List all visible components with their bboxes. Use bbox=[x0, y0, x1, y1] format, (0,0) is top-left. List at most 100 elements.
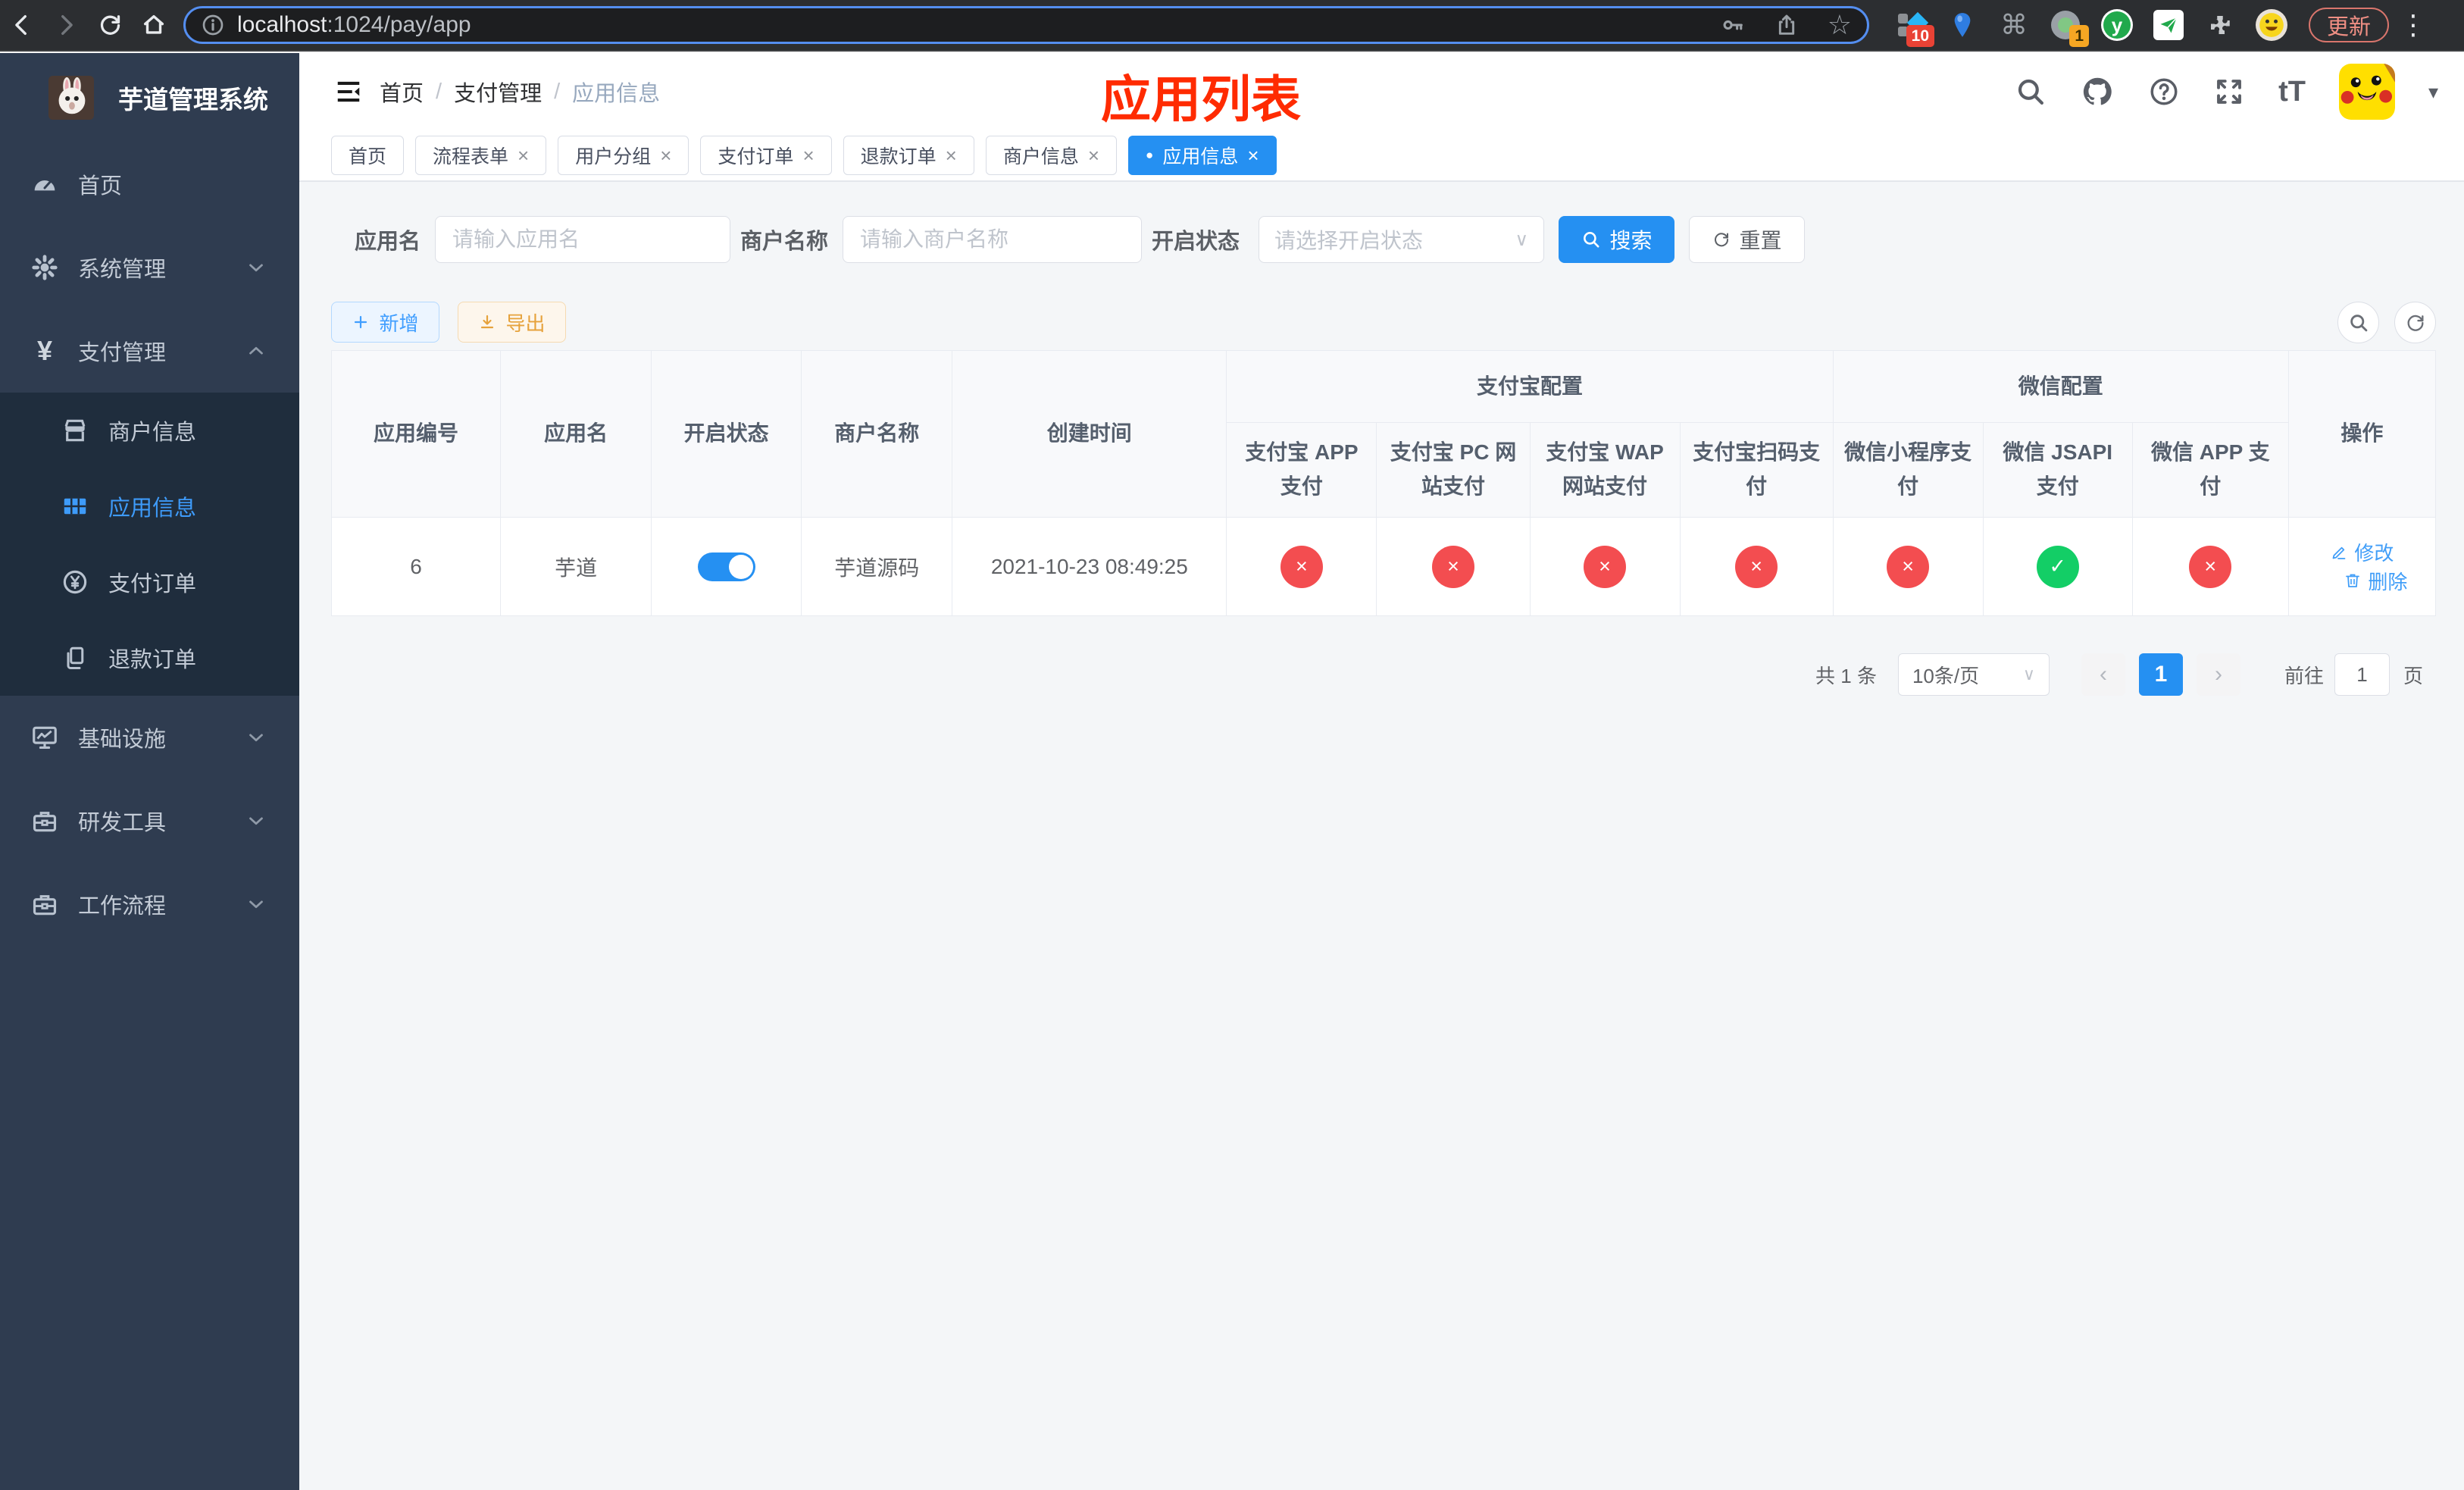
col-created: 创建时间 bbox=[952, 350, 1227, 518]
url-text: localhost:1024/pay/app bbox=[237, 12, 471, 37]
grid-icon bbox=[58, 492, 92, 521]
tab-user-group[interactable]: 用户分组 × bbox=[558, 136, 689, 175]
toolbox-icon bbox=[28, 890, 61, 919]
sidebar-item-payment[interactable]: ¥ 支付管理 bbox=[0, 309, 299, 393]
bookmark-star-icon[interactable]: ☆ bbox=[1828, 11, 1852, 39]
page-1-button[interactable]: 1 bbox=[2138, 653, 2183, 696]
extension-circle-icon[interactable]: 1 bbox=[2050, 9, 2089, 47]
tab-process-form[interactable]: 流程表单 × bbox=[415, 136, 547, 175]
close-icon[interactable]: × bbox=[1088, 144, 1099, 167]
chevron-down-icon bbox=[245, 726, 267, 749]
cell-merchant: 芋道源码 bbox=[801, 517, 953, 616]
col-alipay-qr: 支付宝扫码支付 bbox=[1679, 422, 1834, 518]
refresh-table-button[interactable] bbox=[2394, 302, 2436, 343]
select-caret-icon: ∨ bbox=[1515, 229, 1529, 250]
prev-page-button[interactable]: ‹ bbox=[2081, 653, 2125, 696]
goto-page-input[interactable] bbox=[2334, 653, 2390, 696]
share-icon[interactable] bbox=[1775, 13, 1799, 37]
select-caret-icon: ∨ bbox=[2022, 665, 2035, 684]
delete-link[interactable]: 删除 bbox=[2344, 567, 2407, 595]
reset-button[interactable]: 重置 bbox=[1689, 216, 1806, 263]
tab-merchant-info[interactable]: 商户信息 × bbox=[985, 136, 1118, 175]
alipay-wap-status-icon: × bbox=[1584, 545, 1627, 588]
app-title: 芋道管理系统 bbox=[118, 86, 268, 114]
site-info-icon[interactable] bbox=[201, 13, 225, 37]
page-content: 应用名 商户名称 开启状态 请选择开启状态 ∨ 搜索 重置 bbox=[299, 182, 2464, 1490]
app-logo[interactable]: 芋道管理系统 bbox=[0, 53, 299, 142]
font-size-icon[interactable]: tT bbox=[2278, 76, 2306, 108]
extension-chat-icon[interactable] bbox=[2153, 9, 2184, 41]
github-icon[interactable] bbox=[2080, 74, 2115, 109]
sidebar-collapse-icon[interactable] bbox=[334, 77, 363, 106]
wechat-lite-status-icon: × bbox=[1887, 545, 1930, 588]
extension-emoji-icon[interactable] bbox=[2256, 9, 2287, 41]
browser-reload-button[interactable] bbox=[88, 3, 132, 47]
show-search-toggle-button[interactable] bbox=[2337, 302, 2379, 343]
browser-back-button[interactable] bbox=[0, 3, 44, 47]
page-size-select[interactable]: 10条/页 ∨ bbox=[1897, 653, 2050, 696]
col-wechat-lite: 微信小程序支付 bbox=[1832, 422, 1984, 518]
add-button[interactable]: 新增 bbox=[331, 302, 439, 343]
sidebar-item-pay-order[interactable]: 支付订单 bbox=[0, 544, 299, 620]
password-key-icon[interactable] bbox=[1720, 12, 1746, 38]
extension-command-icon[interactable]: ⌘ bbox=[1998, 9, 2030, 41]
tab-home[interactable]: 首页 bbox=[331, 136, 405, 175]
sidebar-item-merchant-info[interactable]: 商户信息 bbox=[0, 393, 299, 468]
sidebar-item-dev-tools[interactable]: 研发工具 bbox=[0, 779, 299, 862]
status-select[interactable]: 请选择开启状态 ∨ bbox=[1259, 216, 1545, 263]
breadcrumb-home[interactable]: 首页 bbox=[380, 76, 424, 108]
search-button[interactable]: 搜索 bbox=[1559, 216, 1675, 263]
header-bar: 首页 / 支付管理 / 应用信息 应用列表 tT ▾ bbox=[299, 53, 2464, 130]
app-table: 应用编号 应用名 开启状态 商户名称 创建时间 支付宝配置 微信配置 操作 支付… bbox=[330, 350, 2437, 616]
url-bar[interactable]: localhost:1024/pay/app ☆ bbox=[183, 6, 1869, 44]
col-app-name: 应用名 bbox=[500, 350, 652, 518]
tab-refund-order[interactable]: 退款订单 × bbox=[843, 136, 974, 175]
sidebar: 芋道管理系统 首页 系统管理 ¥ 支付管理 商户信息 应用信息 支付订单 退款订… bbox=[0, 53, 299, 1490]
extension-diamond-icon[interactable]: 10 bbox=[1895, 9, 1934, 47]
app-name-label: 应用名 bbox=[355, 230, 421, 254]
edit-link[interactable]: 修改 bbox=[2330, 538, 2394, 566]
filter-form: 应用名 商户名称 开启状态 请选择开启状态 ∨ 搜索 重置 bbox=[355, 216, 1806, 263]
avatar-caret-icon[interactable]: ▾ bbox=[2428, 80, 2438, 104]
group-wechat-config: 微信配置 bbox=[1832, 350, 2289, 423]
sidebar-item-infrastructure[interactable]: 基础设施 bbox=[0, 696, 299, 779]
wechat-jsapi-status-icon: ✓ bbox=[2036, 545, 2079, 588]
tab-app-info[interactable]: ● 应用信息 × bbox=[1128, 136, 1277, 175]
group-alipay-config: 支付宝配置 bbox=[1226, 350, 1834, 423]
toolbox-icon bbox=[28, 806, 61, 835]
enabled-toggle[interactable] bbox=[697, 552, 755, 581]
merchant-name-input[interactable] bbox=[843, 216, 1143, 263]
export-button[interactable]: 导出 bbox=[458, 302, 566, 343]
user-avatar[interactable] bbox=[2339, 64, 2395, 120]
sidebar-item-workflow[interactable]: 工作流程 bbox=[0, 862, 299, 946]
col-alipay-wap: 支付宝 WAP 网站支付 bbox=[1529, 422, 1681, 518]
close-icon[interactable]: × bbox=[1247, 144, 1259, 167]
tab-pay-order[interactable]: 支付订单 × bbox=[700, 136, 832, 175]
close-icon[interactable]: × bbox=[802, 144, 814, 167]
breadcrumb: 首页 / 支付管理 / 应用信息 bbox=[380, 53, 660, 130]
goto-label: 前往 bbox=[2284, 664, 2324, 687]
close-icon[interactable]: × bbox=[946, 144, 957, 167]
close-icon[interactable]: × bbox=[660, 144, 671, 167]
search-icon[interactable] bbox=[2015, 76, 2047, 108]
chrome-update-button[interactable]: 更新 bbox=[2309, 8, 2390, 42]
breadcrumb-payment[interactable]: 支付管理 bbox=[454, 76, 542, 108]
browser-menu-icon[interactable]: ⋮ bbox=[2400, 9, 2427, 41]
sidebar-item-app-info[interactable]: 应用信息 bbox=[0, 468, 299, 544]
extensions-area: 10 ⌘ 1 y bbox=[1895, 9, 2287, 47]
next-page-button[interactable]: › bbox=[2196, 653, 2240, 696]
app-name-input[interactable] bbox=[435, 216, 731, 263]
extension-y-icon[interactable]: y bbox=[2101, 9, 2133, 41]
sidebar-item-system[interactable]: 系统管理 bbox=[0, 226, 299, 309]
sidebar-item-refund-order[interactable]: 退款订单 bbox=[0, 620, 299, 696]
active-dot-icon: ● bbox=[1146, 148, 1154, 162]
sidebar-item-home[interactable]: 首页 bbox=[0, 142, 299, 226]
close-icon[interactable]: × bbox=[518, 144, 529, 167]
extensions-puzzle-icon[interactable] bbox=[2204, 9, 2236, 41]
browser-forward-button[interactable] bbox=[44, 3, 88, 47]
extension-balloon-icon[interactable] bbox=[1946, 9, 1978, 41]
help-icon[interactable] bbox=[2148, 76, 2180, 108]
gear-icon bbox=[28, 253, 61, 282]
fullscreen-icon[interactable] bbox=[2213, 76, 2245, 108]
browser-home-button[interactable] bbox=[132, 3, 176, 47]
